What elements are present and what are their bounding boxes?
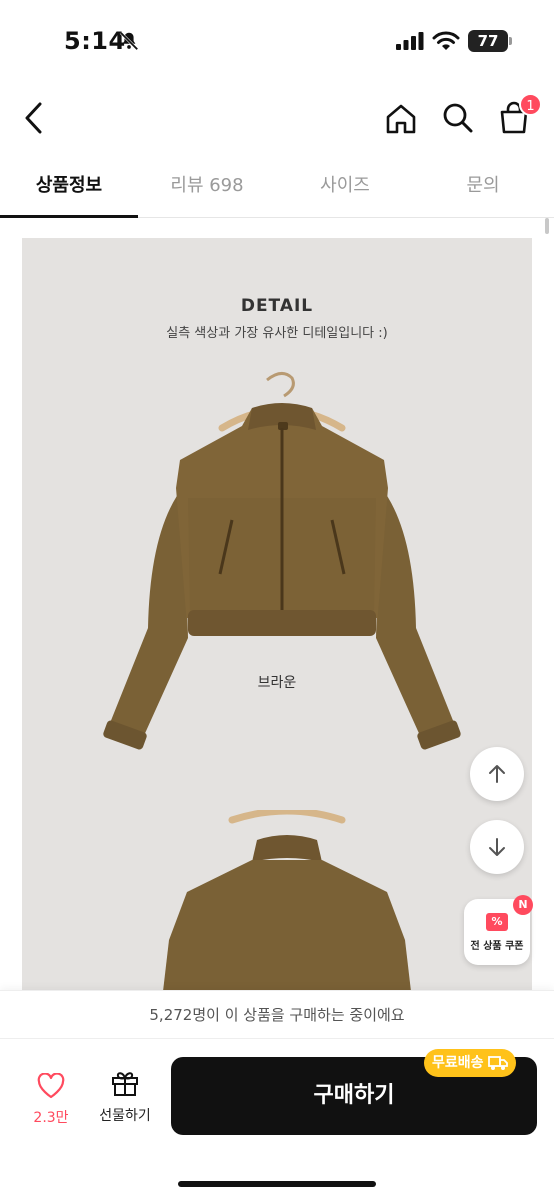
battery-nub [509, 37, 512, 45]
free-shipping-badge: 무료배송 [424, 1049, 516, 1077]
top-nav: 1 [0, 88, 554, 148]
battery-icon: 77 [468, 30, 508, 52]
jacket-front-image [103, 372, 461, 750]
coupon-icon: % [486, 913, 508, 931]
detail-title: DETAIL [240, 296, 314, 316]
cart-count-badge: 1 [519, 93, 542, 116]
back-arrow-icon[interactable] [20, 98, 50, 138]
wifi-icon [432, 31, 460, 50]
tab-inquiry[interactable]: 문의 [414, 160, 552, 217]
home-indicator [178, 1181, 376, 1187]
tab-product-info[interactable]: 상품정보 [0, 160, 138, 218]
truck-icon [487, 1056, 508, 1070]
scroll-down-button[interactable] [470, 820, 524, 874]
tab-size[interactable]: 사이즈 [276, 160, 414, 217]
status-time: 5:14 [64, 27, 126, 55]
status-bar: 5:14 77 [0, 0, 554, 80]
product-detail-image: DETAIL 실측 색상과 가장 유사한 디테일입니다 :) 브라운 [22, 238, 532, 990]
jacket-back-image [163, 810, 411, 990]
bottom-purchase-bar: 2.3만 선물하기 구매하기 무료배송 [0, 1038, 554, 1200]
color-label: 브라운 [257, 675, 297, 691]
arrow-up-icon [489, 765, 505, 783]
scroll-up-button[interactable] [470, 747, 524, 801]
coupon-label: 전 상품 쿠폰 [470, 941, 524, 952]
heart-icon [37, 1072, 65, 1099]
arrow-down-icon [489, 838, 505, 856]
bell-muted-icon [119, 31, 139, 51]
detail-subtitle: 실측 색상과 가장 유사한 디테일입니다 :) [166, 326, 388, 341]
search-icon[interactable] [440, 100, 476, 136]
all-product-coupon-button[interactable]: % 전 상품 쿠폰 N [464, 895, 533, 965]
like-button[interactable]: 2.3만 [26, 1072, 76, 1127]
buyer-count-notice: 5,272명이 이 상품을 구매하는 중이에요 [0, 990, 554, 1038]
new-badge: N [513, 895, 533, 915]
like-count: 2.3만 [33, 1110, 69, 1126]
gift-button[interactable]: 선물하기 [90, 1069, 160, 1125]
product-tabs: 상품정보 리뷰 698 사이즈 문의 [0, 160, 554, 218]
signal-icon [396, 32, 424, 50]
scrollbar[interactable] [545, 218, 549, 234]
gift-icon [112, 1072, 138, 1096]
free-shipping-label: 무료배송 [432, 1055, 484, 1071]
home-icon[interactable] [383, 101, 419, 137]
tab-reviews[interactable]: 리뷰 698 [138, 160, 276, 217]
gift-label: 선물하기 [99, 1108, 151, 1124]
